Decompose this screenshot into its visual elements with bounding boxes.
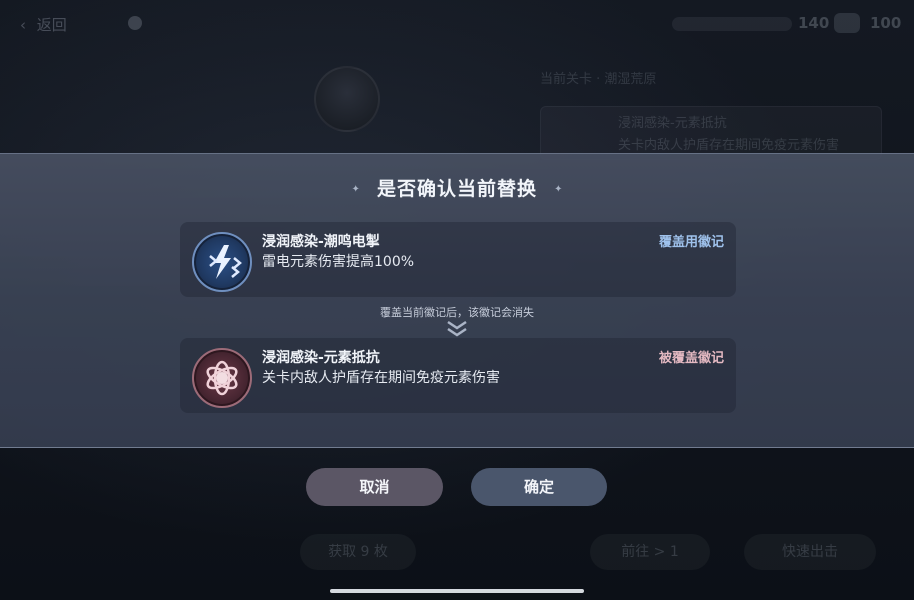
home-indicator[interactable] bbox=[330, 589, 584, 593]
replaced-emblem-name: 浸润感染-元素抵抗 bbox=[262, 350, 380, 366]
top-bar: ‹ 返回 140 100 bbox=[0, 0, 914, 50]
current-emblem-card: 浸润感染-潮鸣电掣 雷电元素伤害提高100% 覆盖用徽记 bbox=[180, 222, 736, 297]
dialog-header: ✦ 是否确认当前替换 ✦ bbox=[0, 174, 914, 201]
bg-stage-label: 当前关卡 · 潮湿荒原 bbox=[540, 72, 657, 87]
replaced-emblem-card: 浸润感染-元素抵抗 关卡内敌人护盾存在期间免疫元素伤害 被覆盖徽记 bbox=[180, 338, 736, 413]
bg-goto-button: 前往 > 1 bbox=[590, 534, 710, 570]
info-icon[interactable] bbox=[128, 16, 142, 30]
back-label: 返回 bbox=[36, 16, 67, 34]
shield-atom-emblem-icon bbox=[192, 348, 252, 408]
currency-bar bbox=[672, 17, 792, 31]
replaced-emblem-tag: 被覆盖徽记 bbox=[658, 351, 724, 366]
chevron-left-icon: ‹ bbox=[20, 16, 26, 34]
replace-hint: 覆盖当前徽记后，该徽记会消失 bbox=[380, 306, 534, 319]
currency-icon bbox=[834, 13, 860, 33]
current-emblem-tag: 覆盖用徽记 bbox=[658, 235, 724, 250]
sparkle-left-icon: ✦ bbox=[351, 184, 360, 195]
bg-quick-start-button: 快速出击 bbox=[744, 534, 876, 570]
current-emblem-name: 浸润感染-潮鸣电掣 bbox=[262, 234, 380, 250]
avatar bbox=[314, 66, 380, 132]
confirm-button[interactable]: 确定 bbox=[471, 468, 607, 506]
replaced-emblem-desc: 关卡内敌人护盾存在期间免疫元素伤害 bbox=[262, 370, 500, 386]
currency-b-value: 100 bbox=[870, 14, 902, 32]
back-button[interactable]: ‹ 返回 bbox=[20, 14, 67, 35]
cancel-button[interactable]: 取消 bbox=[306, 468, 443, 506]
bg-card-title: 浸润感染-元素抵抗 bbox=[618, 116, 727, 131]
currency-a-value: 140 bbox=[798, 14, 830, 32]
bg-card-desc: 关卡内敌人护盾存在期间免疫元素伤害 bbox=[618, 138, 840, 153]
sparkle-right-icon: ✦ bbox=[554, 184, 563, 195]
dialog-title: 是否确认当前替换 bbox=[376, 178, 537, 200]
lightning-emblem-icon bbox=[192, 232, 252, 292]
double-chevron-down-icon bbox=[447, 320, 467, 337]
current-emblem-desc: 雷电元素伤害提高100% bbox=[262, 254, 415, 270]
bg-acquire-button: 获取 9 枚 bbox=[300, 534, 416, 570]
confirm-dialog: ✦ 是否确认当前替换 ✦ 浸润感染-潮鸣电掣 雷电元素伤害提高100% 覆盖用徽… bbox=[0, 153, 914, 448]
